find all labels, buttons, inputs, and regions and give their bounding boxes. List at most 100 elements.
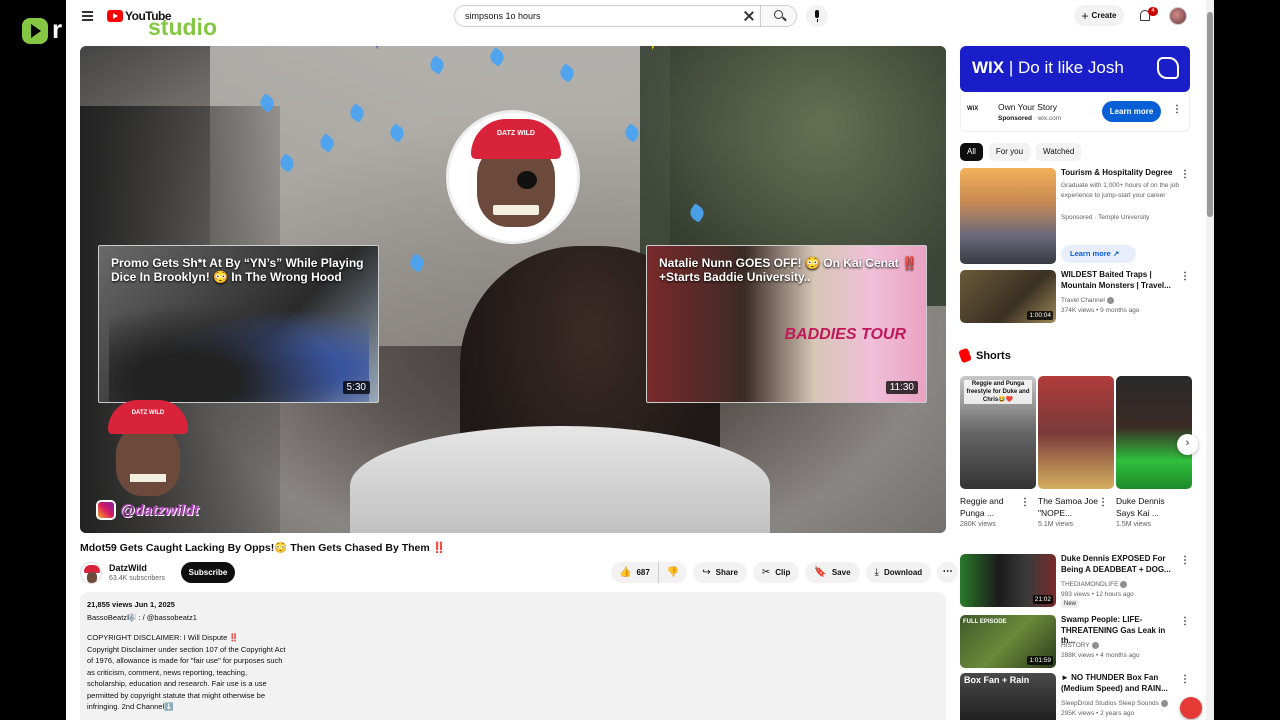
studio-overlay-text: studio bbox=[148, 14, 217, 40]
channel-name[interactable]: DatzWild bbox=[109, 563, 147, 573]
rec-title[interactable]: ► NO THUNDER Box Fan (Medium Speed) and … bbox=[1061, 673, 1179, 694]
rec-duration: 21:02 bbox=[1032, 595, 1053, 604]
rec-thumb-text: Box Fan + Rain bbox=[964, 675, 1030, 685]
share-button[interactable]: ↪ Share bbox=[693, 562, 747, 583]
search-button[interactable] bbox=[760, 6, 796, 26]
search-box bbox=[454, 5, 797, 27]
shorts-icon bbox=[958, 347, 972, 364]
end-card-duration: 5:30 bbox=[342, 381, 370, 394]
chip-all[interactable]: All bbox=[960, 143, 983, 161]
recommendation-item[interactable]: Box Fan + Rain ► NO THUNDER Box Fan (Med… bbox=[960, 673, 1190, 720]
short-title[interactable]: Duke Dennis Says Kai ... bbox=[1116, 495, 1178, 519]
ad-title[interactable]: Own Your Story bbox=[998, 102, 1057, 112]
create-button[interactable]: + Create bbox=[1074, 5, 1124, 26]
ad-menu-icon[interactable]: ⋮ bbox=[1172, 105, 1182, 115]
short-menu-icon[interactable]: ⋮ bbox=[1098, 498, 1108, 508]
rec-thumbnail[interactable]: 21:02 bbox=[960, 554, 1056, 607]
subscribe-button[interactable]: Subscribe bbox=[181, 562, 235, 583]
rec-ad-description: Graduate with 1,000+ hours of on the job… bbox=[1061, 182, 1179, 199]
hamburger-menu-icon[interactable] bbox=[82, 11, 93, 21]
ad-banner[interactable]: WIX | Do it like Josh bbox=[960, 46, 1190, 92]
rec-menu-icon[interactable]: ⋮ bbox=[1180, 556, 1190, 566]
description-line: of 1976, allowance is made for "fair use… bbox=[87, 656, 283, 665]
rec-learn-more-button[interactable]: Learn more ↗ bbox=[1061, 245, 1136, 263]
short-thumbnail[interactable] bbox=[1116, 376, 1192, 489]
description-line: COPYRIGHT DISCLAIMER: I Will Dispute ‼️ bbox=[87, 633, 239, 642]
download-label: Download bbox=[883, 568, 923, 577]
ad-learn-more-button[interactable]: Learn more bbox=[1102, 101, 1161, 122]
rec-thumbnail[interactable]: 1:00:04 bbox=[960, 270, 1056, 323]
rumble-logo-icon[interactable] bbox=[22, 18, 48, 44]
rec-thumbnail[interactable]: Box Fan + Rain bbox=[960, 673, 1056, 720]
recommendation-item[interactable]: FULL EPISODE 1:01:59 Swamp People: LIFE-… bbox=[960, 615, 1190, 668]
end-card-title: Natalie Nunn GOES OFF! 😳 On Kai Cenat ‼️… bbox=[659, 256, 917, 284]
video-player[interactable]: DATZ WILD Promo Gets Sh*t At By “YN’s” W… bbox=[80, 46, 946, 533]
download-button[interactable]: ⤓ Download bbox=[865, 562, 932, 583]
scrollbar-thumb[interactable] bbox=[1207, 12, 1213, 217]
cartoon-cap: DATZ WILD bbox=[471, 119, 561, 159]
short-thumbnail[interactable] bbox=[1038, 376, 1114, 489]
rec-thumbnail[interactable] bbox=[960, 168, 1056, 264]
short-menu-icon[interactable]: ⋮ bbox=[1020, 498, 1030, 508]
rec-channel: THEDIAMONDLIFE bbox=[1061, 580, 1179, 589]
rec-title[interactable]: WILDEST Baited Traps | Mountain Monsters… bbox=[1061, 270, 1179, 291]
rec-menu-icon[interactable]: ⋮ bbox=[1180, 617, 1190, 627]
chip-for-you[interactable]: For you bbox=[988, 143, 1031, 161]
rec-menu-icon[interactable]: ⋮ bbox=[1180, 170, 1190, 180]
description-credit[interactable]: BassoBeatz🎼 : / @bassobeatz1 bbox=[87, 613, 939, 622]
short-overlay-text: Reggie and Punga freestyle for Duke and … bbox=[964, 380, 1032, 404]
clear-search-icon[interactable] bbox=[738, 6, 760, 26]
scissors-icon: ✂ bbox=[761, 567, 771, 578]
rec-thumbnail[interactable]: FULL EPISODE 1:01:59 bbox=[960, 615, 1056, 668]
description-box[interactable]: 21,855 views Jun 1, 2025 BassoBeatz🎼 : /… bbox=[80, 592, 946, 720]
dislike-button[interactable]: 👎 bbox=[659, 562, 687, 583]
more-actions-icon[interactable]: ⋯ bbox=[937, 562, 959, 583]
voice-search-icon[interactable] bbox=[806, 5, 828, 27]
end-screen-video-card[interactable]: Promo Gets Sh*t At By “YN’s” While Playi… bbox=[98, 245, 379, 403]
rec-stats: 993 views • 12 hours ago bbox=[1061, 591, 1134, 598]
rec-menu-icon[interactable]: ⋮ bbox=[1180, 675, 1190, 685]
rec-title[interactable]: Duke Dennis EXPOSED For Being A DEADBEAT… bbox=[1061, 554, 1179, 575]
share-icon: ↪ bbox=[702, 567, 711, 578]
end-screen-video-card[interactable]: Natalie Nunn GOES OFF! 😳 On Kai Cenat ‼️… bbox=[646, 245, 927, 403]
like-button[interactable]: 👍 687 bbox=[611, 562, 659, 583]
search-input[interactable] bbox=[455, 6, 738, 26]
verified-icon bbox=[1091, 641, 1099, 649]
rec-title[interactable]: Tourism & Hospitality Degree bbox=[1061, 168, 1179, 179]
right-letterbox bbox=[1214, 0, 1280, 720]
recommendation-item[interactable]: 1:00:04 WILDEST Baited Traps | Mountain … bbox=[960, 270, 1190, 323]
rumble-sidebar: r bbox=[0, 0, 66, 720]
rec-stats: 374K views • 9 months ago bbox=[1061, 307, 1140, 314]
recommendation-sponsored[interactable]: Tourism & Hospitality Degree Graduate wi… bbox=[960, 168, 1190, 264]
shorts-next-arrow-icon[interactable]: › bbox=[1177, 434, 1198, 455]
recommendation-item[interactable]: 21:02 Duke Dennis EXPOSED For Being A DE… bbox=[960, 554, 1190, 608]
floating-game-controller-icon[interactable] bbox=[1180, 697, 1202, 719]
new-badge: New bbox=[1061, 600, 1080, 608]
bookmark-icon: 🔖 bbox=[814, 567, 827, 578]
chip-watched[interactable]: Watched bbox=[1036, 143, 1082, 161]
rec-channel: Travel Channel bbox=[1061, 296, 1179, 305]
account-avatar[interactable] bbox=[1169, 7, 1187, 25]
rec-channel-name: Travel Channel bbox=[1061, 297, 1105, 304]
channel-avatar[interactable] bbox=[80, 562, 102, 584]
clip-label: Clip bbox=[775, 568, 791, 577]
clip-button[interactable]: ✂ Clip bbox=[752, 562, 800, 583]
rec-channel-name: SleepDroid Studios Sleep Sounds bbox=[1061, 700, 1159, 707]
short-title[interactable]: The Samoa Joe "NOPE... bbox=[1038, 495, 1100, 519]
youtube-logo-icon[interactable] bbox=[107, 10, 123, 22]
rec-channel: HISTORY bbox=[1061, 641, 1179, 650]
save-button[interactable]: 🔖 Save bbox=[805, 562, 860, 583]
short-title[interactable]: Reggie and Punga ... bbox=[960, 495, 1022, 519]
description-line: Copyright Disclaimer under section 107 o… bbox=[87, 644, 286, 654]
ad-banner-brand: WIX bbox=[972, 58, 1005, 77]
short-thumbnail[interactable]: Reggie and Punga freestyle for Duke and … bbox=[960, 376, 1036, 489]
rec-channel-name: THEDIAMONDLIFE bbox=[1061, 581, 1119, 588]
views-and-date: 21,855 views Jun 1, 2025 bbox=[87, 600, 175, 609]
sponsored-tag: Sponsored bbox=[998, 115, 1032, 122]
rec-channel: SleepDroid Studios Sleep Sounds bbox=[1061, 699, 1179, 708]
description-line: permitted by copyright statute that migh… bbox=[87, 690, 266, 700]
short-views: 280K views bbox=[960, 521, 996, 528]
verified-icon bbox=[1106, 296, 1114, 304]
rec-menu-icon[interactable]: ⋮ bbox=[1180, 272, 1190, 282]
verified-icon bbox=[1160, 699, 1168, 707]
